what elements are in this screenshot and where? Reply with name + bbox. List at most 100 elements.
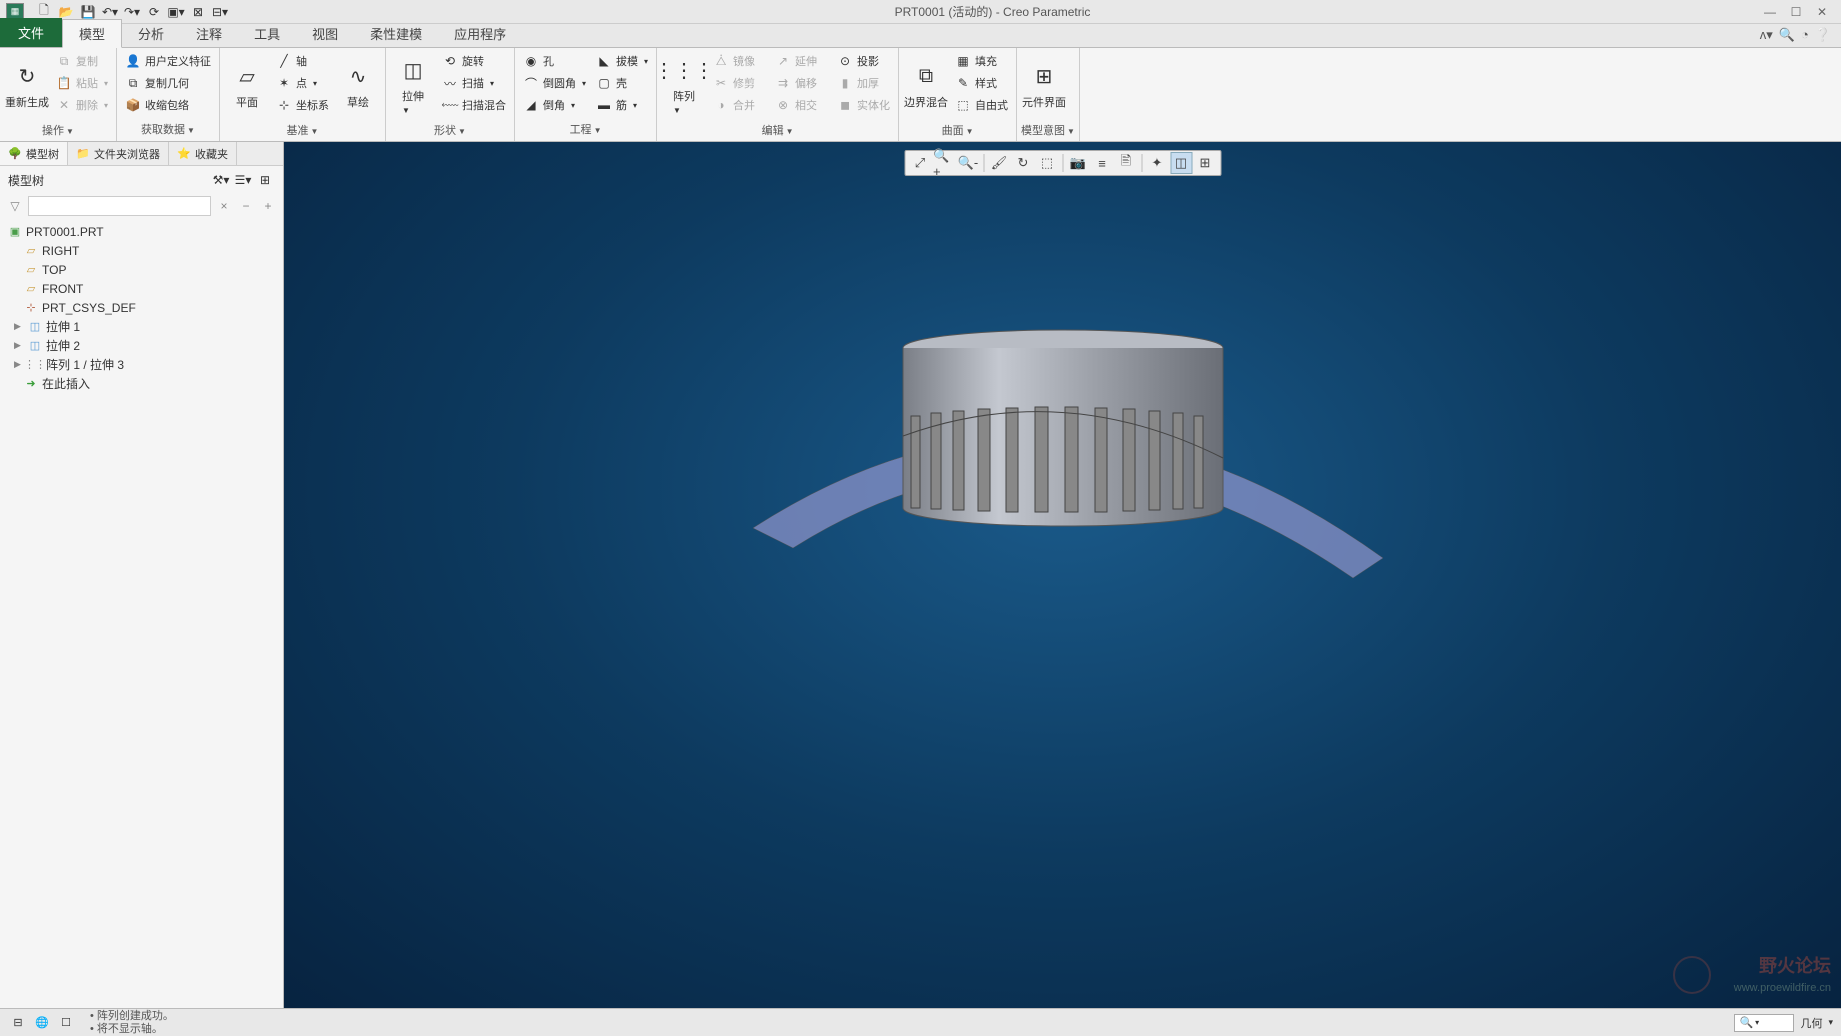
tree-settings-button[interactable]: ⚒▾ (211, 170, 231, 190)
ribbon-group-label[interactable]: 编辑▼ (661, 120, 894, 140)
ribbon-group-label[interactable]: 形状▼ (390, 120, 510, 140)
vbtn-render[interactable]: ✦ (1146, 152, 1168, 174)
ribbon-group-label[interactable]: 工程▼ (519, 119, 652, 139)
expand-icon[interactable]: ▶ (14, 359, 24, 370)
vbtn-layers[interactable]: ≡ (1091, 152, 1113, 174)
qat-close[interactable]: ⊠ (188, 2, 208, 22)
ribbon-group-label[interactable]: 操作▼ (4, 120, 112, 140)
ribbon-btn[interactable]: ▱平面 (224, 50, 270, 120)
tree-item[interactable]: ▶◫拉伸 2 (2, 336, 281, 355)
expand-icon[interactable]: ▶ (14, 321, 24, 332)
ribbon-btn[interactable]: 📦收缩包络 (121, 94, 215, 116)
chevron-down-icon: ▾ (490, 79, 494, 88)
ribbon-btn[interactable]: ▬筋▾ (592, 94, 652, 116)
expand-icon[interactable]: ▶ (14, 340, 24, 351)
search-icon[interactable]: 🔍 (1779, 27, 1795, 43)
tab-flex[interactable]: 柔性建模 (354, 20, 438, 47)
ribbon-btn[interactable]: ⬚自由式 (951, 94, 1012, 116)
vbtn-spin[interactable]: ↻ (1012, 152, 1034, 174)
filter-minus-icon[interactable]: − (237, 197, 255, 215)
tree-item[interactable]: ➜在此插入 (2, 374, 281, 393)
filter-plus-icon[interactable]: + (259, 197, 277, 215)
sidetab-favorites[interactable]: ⭐收藏夹 (169, 142, 237, 165)
tree-show-button[interactable]: ☰▾ (233, 170, 253, 190)
tree-item[interactable]: ▶◫拉伸 1 (2, 317, 281, 336)
vbtn-orient[interactable]: ⬚ (1036, 152, 1058, 174)
qat-regen[interactable]: ⟳ (144, 2, 164, 22)
tab-analysis[interactable]: 分析 (122, 20, 180, 47)
sidetab-folder[interactable]: 📁文件夹浏览器 (68, 142, 169, 165)
ribbon-btn[interactable]: ⋮⋮⋮阵列▼ (661, 50, 707, 120)
vbtn-persp[interactable]: ◫ (1170, 152, 1192, 174)
vbtn-refit[interactable]: ⤢ (909, 152, 931, 174)
ribbon-btn[interactable]: ↻重新生成 (4, 50, 50, 120)
ribbon-btn[interactable]: ▦填充 (951, 50, 1012, 72)
tab-apps[interactable]: 应用程序 (438, 20, 522, 47)
ribbon-btn[interactable]: ✎样式 (951, 72, 1012, 94)
find-box[interactable]: 🔍▾ (1734, 1014, 1794, 1032)
tree-display-button[interactable]: ⊞ (255, 170, 275, 190)
ribbon-icon: ✂ (713, 75, 729, 91)
tree-item[interactable]: ▶⋮⋮阵列 1 / 拉伸 3 (2, 355, 281, 374)
tree-root[interactable]: ▣ PRT0001.PRT (2, 222, 281, 241)
ribbon-group-label[interactable]: 曲面▼ (903, 120, 1012, 140)
qat-redo[interactable]: ↷▾ (122, 2, 142, 22)
chevron-down-icon: ▼ (66, 127, 74, 136)
ribbon-btn[interactable]: ✶点▾ (272, 72, 333, 94)
ribbon-btn[interactable]: ⊹坐标系 (272, 94, 333, 116)
tree-item[interactable]: ▱RIGHT (2, 241, 281, 260)
ribbon-btn[interactable]: ◢倒角▾ (519, 94, 590, 116)
vbtn-zoom-out[interactable]: 🔍- (957, 152, 979, 174)
minimize-button[interactable]: — (1761, 5, 1779, 19)
ribbon-btn[interactable]: ⌒倒圆角▾ (519, 72, 590, 94)
ribbon-group-label[interactable]: 模型意图▼ (1021, 120, 1075, 140)
ribbon-btn[interactable]: ⟲旋转 (438, 50, 510, 72)
ribbon-btn[interactable]: ▢壳 (592, 72, 652, 94)
ribbon-btn[interactable]: ⬳扫描混合 (438, 94, 510, 116)
vbtn-saved-views[interactable]: 📷 (1067, 152, 1089, 174)
tree-item[interactable]: ▱FRONT (2, 279, 281, 298)
help-icon[interactable]: ❔ (1815, 27, 1831, 43)
ribbon-btn[interactable]: ⊞元件界面 (1021, 50, 1067, 120)
close-button[interactable]: ✕ (1813, 5, 1831, 19)
ribbon-group-label[interactable]: 获取数据▼ (121, 119, 215, 139)
ribbon-btn[interactable]: ⧉边界混合 (903, 50, 949, 120)
tree-filter-input[interactable] (28, 196, 211, 216)
filter-clear-icon[interactable]: × (215, 197, 233, 215)
collapse-ribbon-icon[interactable]: ʌ▾ (1760, 27, 1773, 43)
tab-model[interactable]: 模型 (62, 19, 122, 48)
sidetab-model-tree[interactable]: 🌳模型树 (0, 142, 68, 165)
maximize-button[interactable]: ☐ (1787, 5, 1805, 19)
ribbon-btn[interactable]: ◉孔 (519, 50, 590, 72)
vbtn-annot[interactable]: 🖹 (1115, 152, 1137, 174)
tab-tools[interactable]: 工具 (238, 20, 296, 47)
ribbon-btn[interactable]: 👤用户定义特征 (121, 50, 215, 72)
chevron-down-icon: ▾ (633, 101, 637, 110)
ribbon-btn[interactable]: ◣拔模▾ (592, 50, 652, 72)
tab-file[interactable]: 文件 (0, 18, 62, 47)
ribbon-btn[interactable]: ∿草绘 (335, 50, 381, 120)
qat-more[interactable]: ⊟▾ (210, 2, 230, 22)
status-tree-toggle[interactable]: ⊟ (8, 1013, 28, 1033)
status-msg-toggle[interactable]: ☐ (56, 1013, 76, 1033)
tree-item[interactable]: ▱TOP (2, 260, 281, 279)
tree-item[interactable]: ⊹PRT_CSYS_DEF (2, 298, 281, 317)
ribbon-btn[interactable]: ⊙投影 (833, 50, 894, 72)
ribbon-btn[interactable]: ◫拉伸▼ (390, 50, 436, 120)
tab-view[interactable]: 视图 (296, 20, 354, 47)
ribbon-btn[interactable]: ⧉复制几何 (121, 72, 215, 94)
vbtn-wire[interactable]: ⊞ (1194, 152, 1216, 174)
graphics-viewport[interactable]: ⤢ 🔍+ 🔍- 🖌 ↻ ⬚ 📷 ≡ 🖹 ✦ ◫ ⊞ (284, 142, 1841, 1008)
status-geom-dd[interactable]: ▾ (1828, 1017, 1833, 1028)
filter-icon[interactable]: ▽ (6, 197, 24, 215)
ribbon-btn-label: 加厚 (857, 75, 879, 91)
ribbon-btn[interactable]: ╱轴 (272, 50, 333, 72)
vbtn-zoom-in[interactable]: 🔍+ (933, 152, 955, 174)
status-browser-toggle[interactable]: 🌐 (32, 1013, 52, 1033)
ribbon-btn[interactable]: 〰扫描▾ (438, 72, 510, 94)
qat-windows[interactable]: ▣▾ (166, 2, 186, 22)
settings-icon[interactable]: ◔ (1801, 27, 1809, 43)
ribbon-group-label[interactable]: 基准▼ (224, 120, 381, 140)
tab-annotate[interactable]: 注释 (180, 20, 238, 47)
vbtn-repaint[interactable]: 🖌 (988, 152, 1010, 174)
